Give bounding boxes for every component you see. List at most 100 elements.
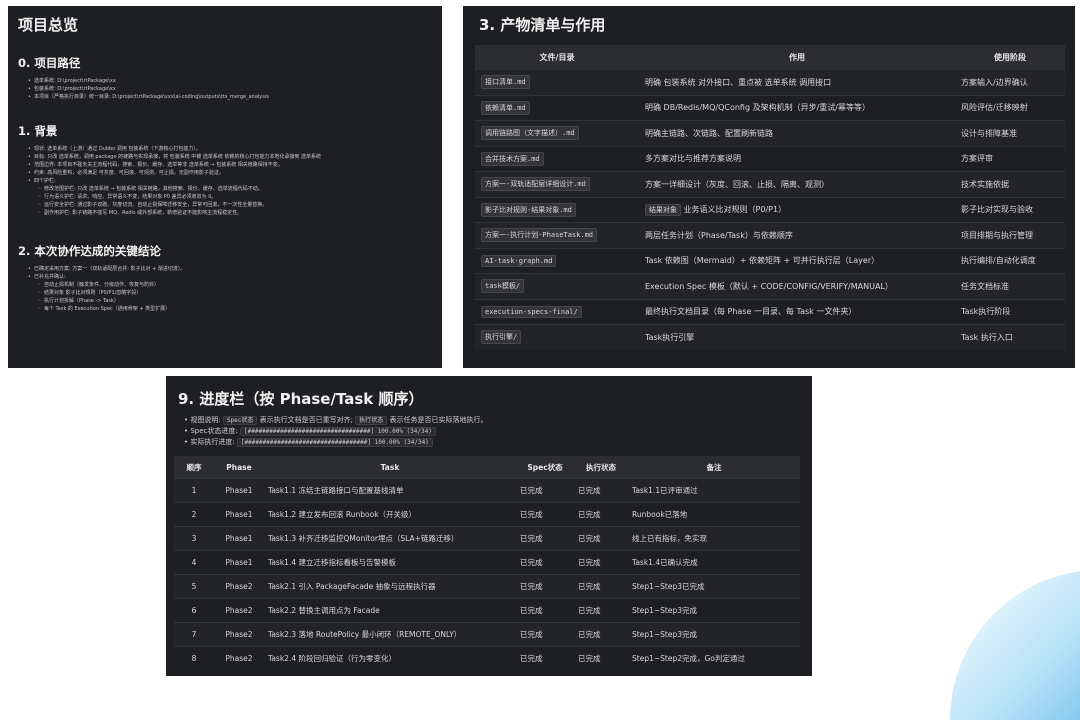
purpose-cell: 明确 包装系统 对外接口、重点被 选单系统 调用接口: [639, 69, 955, 95]
column-header: 作用: [639, 45, 955, 70]
purpose-text: 最终执行文档目录（每 Phase 一目录、每 Task 一文件夹）: [645, 307, 857, 317]
task-cell: Task2.4 阶段回归验证（行为零变化）: [264, 646, 516, 670]
list-item: 副作用护栏: 影子链路不能写 MQ、Redis 或外部系统，新增验证不能影响主流…: [38, 209, 432, 217]
list-item: 行为语义护栏: 请求、响应、异常语义不变，结果对象 P0 差异必须收敛为 0。: [38, 193, 432, 201]
purpose-cell: 明确 DB/Redis/MQ/QConfig 及架构机制（异步/重试/幂等等）: [639, 94, 955, 121]
purpose-text: 明确主链路、次链路、配置刷新链路: [645, 128, 773, 138]
legend-label: 视图说明:: [190, 416, 221, 424]
file-name: 方案一-执行计划-PhaseTask.md: [481, 228, 598, 243]
purpose-cell: Execution Spec 模板（默认 + CODE/CONFIG/VERIF…: [639, 273, 955, 299]
no-cell: 2: [174, 502, 214, 527]
list-item: 四个护栏:: [28, 177, 432, 185]
file-cell: 依赖清单.md: [475, 94, 639, 121]
file-cell: 调用链路图（文字描述）.md: [475, 120, 639, 146]
no-cell: 8: [174, 646, 214, 670]
exec-cell: 已完成: [574, 478, 628, 503]
purpose-text: Execution Spec 模板（默认 + CODE/CONFIG/VERIF…: [645, 281, 893, 291]
file-name: 依赖清单.md: [481, 100, 530, 115]
stage-cell: 技术实施依据: [955, 171, 1065, 197]
purpose-cell: Task 依赖图（Mermaid）+ 依赖矩阵 + 可并行执行层（Layer）: [639, 247, 955, 274]
table-row: AI-task-graph.md Task 依赖图（Mermaid）+ 依赖矩阵 …: [475, 247, 1065, 274]
purpose-text: 方案一详细设计（灰度、回滚、止损、隔离、观测）: [645, 179, 829, 189]
file-name: 合并技术方案.md: [481, 151, 544, 166]
stage-cell: 设计与排障基准: [955, 120, 1065, 146]
purpose-text: 明确 包装系统 对外接口、重点被 选单系统 调用接口: [645, 77, 832, 87]
column-header: 文件/目录: [475, 45, 639, 70]
task-cell: Task2.3 落地 RoutePolicy 最小闭环（REMOTE_ONLY）: [264, 622, 516, 647]
table-row: execution-specs-final/最终执行文档目录（每 Phase 一…: [475, 298, 1065, 325]
purpose-cell: Task执行引擎: [639, 324, 955, 350]
table-header-row: 文件/目录 作用 使用阶段: [475, 45, 1065, 70]
table-row: 8 Phase2 Task2.4 阶段回归验证（行为零变化） 已完成 已完成 Step1~…: [174, 646, 800, 670]
file-cell: 接口清单.md: [475, 69, 639, 95]
stage-cell: 影子比对实现与验收: [955, 196, 1065, 223]
section-1-heading: 1. 背景: [18, 124, 58, 138]
column-header: Spec状态: [516, 456, 574, 479]
file-cell: 方案一-执行计划-PhaseTask.md: [475, 222, 639, 248]
file-cell: execution-specs-final/: [475, 298, 639, 325]
phase-cell: Phase1: [214, 478, 264, 503]
note-cell: Step1~Step3完成: [628, 622, 800, 647]
phase-cell: Phase2: [214, 646, 264, 670]
file-name: 调用链路图（文字描述）.md: [481, 126, 579, 141]
list-item: 包装系统: D:\project\rtPackage\xx: [28, 85, 432, 93]
list-item: 自动止损机制（触发条件、分级动作、恢复与防抖）: [38, 281, 432, 289]
file-name: task模板/: [481, 279, 525, 294]
no-cell: 1: [174, 478, 214, 503]
list-item: 选单系统: D:\project\rtPackage\xx: [28, 77, 432, 85]
column-header: 备注: [628, 456, 800, 479]
decorative-gradient: [950, 570, 1080, 720]
exec-cell: 已完成: [574, 502, 628, 527]
spec-cell: 已完成: [516, 646, 574, 670]
spec-cell: 已完成: [516, 478, 574, 503]
spec-cell: 已完成: [516, 526, 574, 551]
stage-cell: 方案评审: [955, 145, 1065, 172]
table-row: 方案一-执行计划-PhaseTask.md 两层任务计划（Phase/Task）与…: [475, 222, 1065, 248]
list-item: 结果对象 影子比对规则（P0/P1/忽略字段）: [38, 289, 432, 297]
list-item: 运行安全护栏: 通过影子双跑、灰度切流、自动止损保障迁移安全，异常可回滚，不一次…: [38, 201, 432, 209]
purpose-cell: 方案一详细设计（灰度、回滚、止损、隔离、观测）: [639, 171, 955, 197]
table-row: 7 Phase2 Task2.3 落地 RoutePolicy 最小闭环（REMOT…: [174, 622, 800, 647]
section-2-list: 已确定采用方案: 方案一（双轨适配层合并: 影子比对 + 渐进切流）。 已补充并…: [18, 265, 432, 313]
legend-line: 视图说明: Spec状态 表示执行文档是否已重写对齐; 执行状态 表示任务是否已…: [184, 415, 804, 426]
legend-exec-text: 表示任务是否已实际落地执行。: [389, 416, 488, 424]
spec-progress-bar: [##################################] 100…: [240, 427, 436, 436]
stage-cell: Task 执行入口: [955, 324, 1065, 350]
file-name: 执行引擎/: [481, 330, 522, 345]
table-row: 依赖清单.md 明确 DB/Redis/MQ/QConfig 及架构机制（异步/重…: [475, 94, 1065, 121]
file-cell: 合并技术方案.md: [475, 145, 639, 172]
list-item: 执行计划拆解（Phase -> Task）: [38, 297, 432, 305]
list-item: 每个 Task 的 Execution Spec（通用骨架 + 类型扩展）: [38, 305, 432, 313]
note-cell: Task1.1已评审通过: [628, 478, 800, 503]
file-name: 影子比对规则-结果对象.md: [481, 202, 576, 217]
stage-cell: 执行编排/自动化调度: [955, 247, 1065, 274]
purpose-cell: 明确主链路、次链路、配置刷新链路: [639, 120, 955, 146]
exec-cell: 已完成: [574, 622, 628, 647]
purpose-cell: 结果对象 业务语义比对规则（P0/P1）: [639, 196, 955, 223]
spec-cell: 已完成: [516, 598, 574, 623]
deliverables-table: 文件/目录 作用 使用阶段 接口清单.md 明确 包装系统 对外接口、重点被 选单…: [475, 45, 1065, 350]
table-row: 调用链路图（文字描述）.md 明确主链路、次链路、配置刷新链路 设计与排障基准: [475, 120, 1065, 146]
list-item: 已补充并确认:: [28, 273, 432, 281]
list-item: 本项目（严格执行目录）统一目录: D:\project\rtPackage\xx…: [28, 93, 432, 101]
column-header: 执行状态: [574, 456, 628, 479]
section-1-list: 现状: 选单系统（上游）通过 Dubbo 调用 包装系统（下游核心打包能力）。 …: [18, 145, 432, 217]
no-cell: 7: [174, 622, 214, 647]
file-name: 接口清单.md: [481, 75, 530, 90]
column-header: Task: [264, 456, 516, 479]
phase-cell: Phase2: [214, 622, 264, 647]
note-cell: Step1~Step2完成，Go判定通过: [628, 646, 800, 670]
task-cell: Task1.3 补齐迁移监控QMonitor埋点（SLA+链路迁移）: [264, 526, 516, 551]
exec-cell: 已完成: [574, 526, 628, 551]
confirmed-list: 自动止损机制（触发条件、分级动作、恢复与防抖） 结果对象 影子比对规则（P0/P…: [28, 281, 432, 313]
progress-title: 9. 进度栏（按 Phase/Task 顺序）: [178, 390, 424, 408]
list-item: 已确定采用方案: 方案一（双轨适配层合并: 影子比对 + 渐进切流）。: [28, 265, 432, 273]
column-header: 使用阶段: [955, 45, 1065, 70]
file-name: AI-task-graph.md: [481, 254, 557, 267]
exec-cell: 已完成: [574, 574, 628, 599]
table-row: 5 Phase2 Task2.1 引入 PackageFacade 抽象与远程执行器…: [174, 574, 800, 599]
spec-progress-line: Spec状态进度: [#############################…: [184, 426, 804, 437]
phase-cell: Phase2: [214, 598, 264, 623]
section-0-heading: 0. 项目路径: [18, 56, 81, 70]
note-cell: Step1~Step3完成: [628, 598, 800, 623]
